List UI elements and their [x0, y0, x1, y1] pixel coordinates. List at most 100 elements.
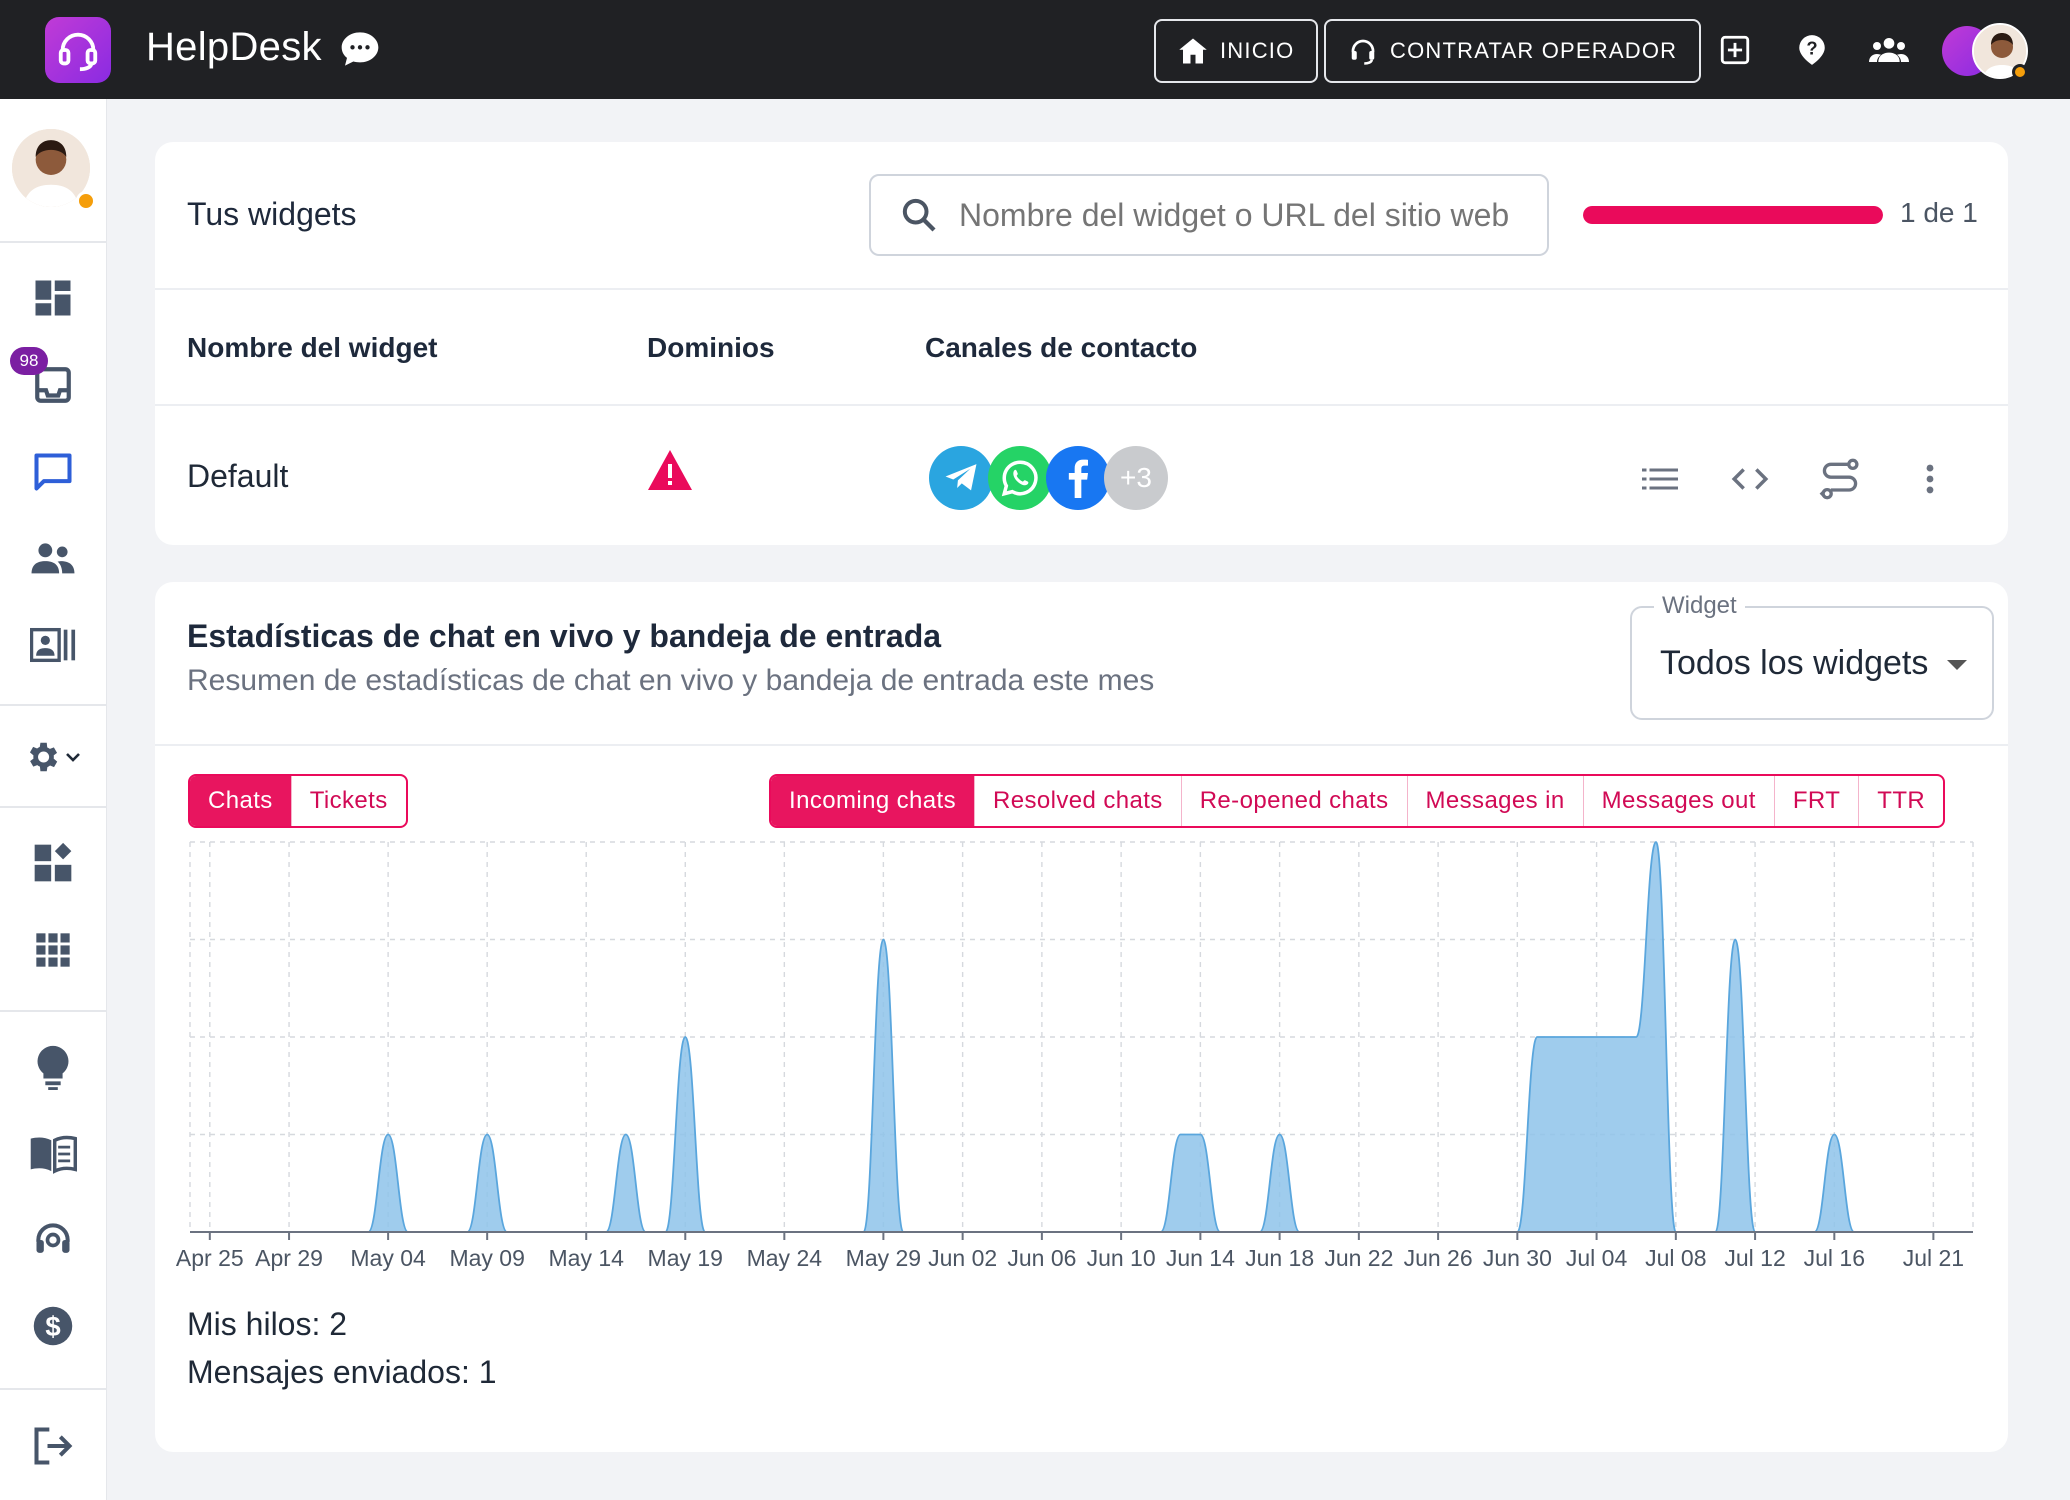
svg-text:?: ?: [1806, 37, 1817, 58]
x-tick-label: Jun 10: [1087, 1245, 1156, 1271]
x-tick-label: May 29: [846, 1245, 921, 1271]
sidebar-divider: [0, 806, 107, 808]
widget-select-value: Todos los widgets: [1660, 644, 1929, 682]
pagination-label: 1 de 1: [1900, 197, 1978, 228]
sidebar-divider: [0, 1010, 107, 1012]
type-toggle: Chats Tickets: [188, 774, 408, 828]
facebook-icon[interactable]: [1046, 446, 1110, 510]
x-tick-label: May 09: [449, 1245, 524, 1271]
x-tick-label: Jun 06: [1007, 1245, 1076, 1271]
metric-toggle: Incoming chats Resolved chats Re-opened …: [769, 774, 1946, 828]
team-icon[interactable]: [1869, 30, 1909, 70]
column-header-domains: Dominios: [647, 332, 775, 363]
user-status-dot: [2012, 64, 2028, 80]
pagination-progress-fill: [1583, 206, 1883, 224]
x-tick-label: Jun 22: [1324, 1245, 1393, 1271]
top-bar: HelpDesk INICIO CONTRATAR OPERADOR ?: [0, 0, 2070, 99]
routing-icon[interactable]: [1815, 454, 1865, 504]
tab-ttr[interactable]: TTR: [1859, 776, 1943, 826]
more-channels-badge[interactable]: +3: [1104, 446, 1168, 510]
search-icon: [902, 198, 936, 232]
app-title: HelpDesk: [146, 25, 322, 69]
settings-menu[interactable]: [14, 732, 94, 782]
widget-select-label: Widget: [1654, 592, 1745, 620]
widget-select[interactable]: Widget Todos los widgets: [1630, 592, 1994, 720]
list-icon[interactable]: [1635, 454, 1685, 504]
knowledge-base-icon[interactable]: [28, 1129, 78, 1179]
inbox-badge: 98: [10, 347, 48, 375]
stats-subtitle: Resumen de estadísticas de chat en vivo …: [187, 664, 1155, 697]
tab-tickets[interactable]: Tickets: [292, 776, 406, 826]
x-tick-label: Jun 02: [928, 1245, 997, 1271]
help-icon[interactable]: ?: [1792, 30, 1832, 70]
x-tick-label: Jun 30: [1483, 1245, 1552, 1271]
tab-incoming-chats[interactable]: Incoming chats: [771, 776, 976, 826]
tab-reopened-chats[interactable]: Re-opened chats: [1182, 776, 1408, 826]
sidebar-divider: [0, 1388, 107, 1390]
billing-icon[interactable]: $: [28, 1301, 78, 1351]
widget-name: Default: [187, 458, 289, 494]
x-tick-label: Jun 18: [1245, 1245, 1314, 1271]
widgets-icon[interactable]: [28, 838, 78, 888]
x-tick-label: Jul 16: [1804, 1245, 1865, 1271]
x-tick-label: Jun 26: [1404, 1245, 1473, 1271]
chevron-down-icon: [66, 753, 80, 762]
x-tick-label: Apr 25: [176, 1245, 244, 1271]
x-tick-label: Apr 29: [255, 1245, 323, 1271]
tab-frt[interactable]: FRT: [1775, 776, 1860, 826]
sidebar-divider: [0, 704, 107, 706]
x-tick-label: Jul 21: [1903, 1245, 1964, 1271]
code-icon[interactable]: [1725, 454, 1775, 504]
x-tick-label: Jun 14: [1166, 1245, 1235, 1271]
tab-resolved-chats[interactable]: Resolved chats: [975, 776, 1182, 826]
x-tick-label: May 24: [747, 1245, 823, 1271]
gear-icon: [29, 742, 58, 772]
contacts-icon[interactable]: [28, 533, 78, 583]
x-tick-label: May 14: [549, 1245, 625, 1271]
stats-card: Estadísticas de chat en vivo y bandeja d…: [155, 582, 2008, 1452]
incoming-chats-chart: Apr 25 Apr 29 May 04 May 09 May 14 May 19 May …: [176, 841, 1974, 1271]
chat-icon[interactable]: [28, 447, 78, 497]
stats-title: Estadísticas de chat en vivo y bandeja d…: [187, 618, 942, 654]
app-logo[interactable]: [45, 17, 111, 83]
chart-area: Apr 25 Apr 29 May 04 May 09 May 14 May 19 May …: [155, 832, 2008, 1272]
column-header-name: Nombre del widget: [187, 332, 438, 363]
table-divider: [155, 288, 2008, 290]
x-tick-label: Jul 04: [1566, 1245, 1628, 1271]
whatsapp-icon[interactable]: [988, 446, 1052, 510]
home-icon: [1179, 38, 1207, 64]
apps-icon[interactable]: [28, 925, 78, 975]
add-box-icon[interactable]: [1715, 30, 1755, 70]
hire-operator-label: CONTRATAR OPERADOR: [1390, 38, 1678, 63]
home-button-label: INICIO: [1220, 38, 1295, 63]
tab-messages-in[interactable]: Messages in: [1408, 776, 1584, 826]
sidebar: 98 $: [0, 99, 107, 1500]
headset-logo-icon: [58, 32, 98, 72]
operator-status-dot: [76, 191, 96, 211]
logout-icon[interactable]: [28, 1421, 78, 1471]
home-button[interactable]: INICIO: [1154, 19, 1319, 83]
dashboard-icon[interactable]: [28, 273, 78, 323]
widget-search[interactable]: [869, 174, 1549, 256]
svg-text:$: $: [45, 1311, 60, 1342]
tab-chats[interactable]: Chats: [190, 776, 292, 826]
my-threads-stat: Mis hilos: 2: [187, 1306, 348, 1342]
ideas-icon[interactable]: [28, 1042, 78, 1092]
search-input[interactable]: [959, 196, 1529, 234]
warning-icon[interactable]: [646, 448, 694, 497]
widgets-title: Tus widgets: [187, 196, 357, 232]
more-vert-icon[interactable]: [1905, 454, 1955, 504]
card-divider: [155, 744, 2008, 746]
pagination-progress: [1583, 206, 1883, 224]
sidebar-divider: [0, 241, 107, 243]
x-tick-label: May 04: [350, 1245, 426, 1271]
contact-card-icon[interactable]: [28, 620, 78, 670]
x-tick-label: May 19: [648, 1245, 723, 1271]
table-divider: [155, 404, 2008, 406]
chat-bubble-icon: [340, 30, 380, 73]
tab-messages-out[interactable]: Messages out: [1584, 776, 1775, 826]
operator-icon[interactable]: [28, 1215, 78, 1265]
telegram-icon[interactable]: [929, 446, 993, 510]
x-tick-label: Jul 12: [1724, 1245, 1785, 1271]
hire-operator-button[interactable]: CONTRATAR OPERADOR: [1324, 19, 1702, 83]
